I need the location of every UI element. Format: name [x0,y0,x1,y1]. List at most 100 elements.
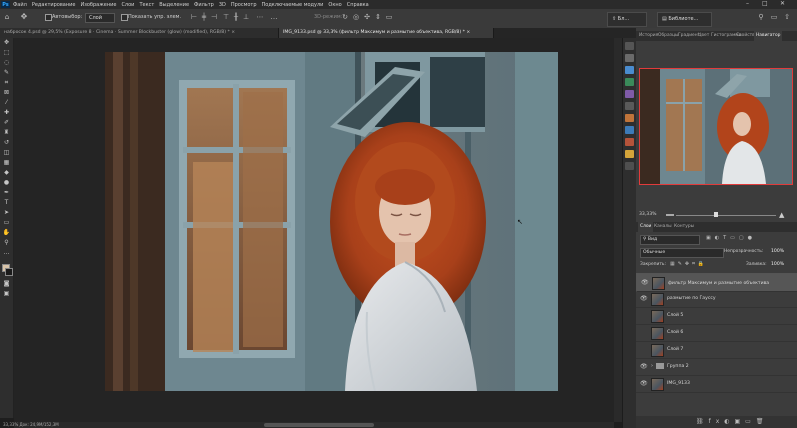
tab-gradient[interactable]: Градиент [678,31,700,41]
tab-img-9133[interactable]: IMG_9133.psd @ 33,3% (фильтр Максимум и … [279,28,494,38]
brush-tool-icon[interactable]: ✐ [2,119,11,127]
gradient-tool-icon[interactable]: ▦ [2,159,11,167]
align-top-icon[interactable]: ⊤ [222,13,230,21]
scroll-thumb[interactable] [264,423,374,427]
align-right-icon[interactable]: ⊣ [210,13,218,21]
tab-nabrosok[interactable]: набросок 4.psd @ 29,5% (Exposure 8 · Cin… [0,28,279,38]
blur-tool-icon[interactable]: ◆ [2,169,11,177]
tab-layers[interactable]: Слои [638,222,654,232]
screen-mode-icon[interactable]: ▣ [2,290,11,298]
layer-row[interactable]: 👁 Слой 6 [636,324,797,342]
menu-plugins[interactable]: Подключаемые модули [262,2,324,8]
menu-layers[interactable]: Слои [121,2,134,8]
zoom-tool-icon[interactable]: ⚲ [2,239,11,247]
frame-tool-icon[interactable]: ⊠ [2,89,11,97]
eye-icon[interactable]: 👁 [640,295,648,302]
menu-help[interactable]: Справка [347,2,369,8]
eye-icon[interactable]: 👁 [640,380,648,387]
align-center-icon[interactable]: ╪ [200,13,208,21]
tab-swatches[interactable]: Образцы [658,31,678,41]
zoom-out-icon[interactable] [666,214,674,216]
menu-edit[interactable]: Редактирование [32,2,76,8]
actions-panel-icon[interactable] [625,162,634,170]
align-left-icon[interactable]: ⊢ [190,13,198,21]
layer-row[interactable]: 👁 Слой 5 [636,307,797,325]
3d-rotate-icon[interactable]: ↻ [341,13,349,21]
home-icon[interactable]: ⌂ [3,13,11,21]
more-tools-icon[interactable]: … [2,249,11,257]
close-icon[interactable]: ✕ [780,0,785,7]
chevron-right-icon[interactable]: › [651,363,653,369]
healing-brush-icon[interactable]: ✚ [2,109,11,117]
menu-text[interactable]: Текст [139,2,154,8]
zoom-slider-handle[interactable] [714,212,718,217]
share-button[interactable]: ⇪ Бл... [607,12,647,27]
canvas-area[interactable]: ↖ [14,38,614,422]
blend-mode-dropdown[interactable]: Обычные [640,248,724,258]
3d-roll-icon[interactable]: ◎ [352,13,360,21]
hand-tool-icon[interactable]: ✋ [2,229,11,237]
adjustments-panel-icon[interactable] [625,102,634,110]
quick-mask-icon[interactable]: ◙ [2,280,11,288]
menu-image[interactable]: Изображение [80,2,116,8]
tab-history[interactable]: История [639,31,658,41]
pen-tool-icon[interactable]: ✒ [2,189,11,197]
menu-file[interactable]: Файл [13,2,27,8]
move-tool-icon[interactable]: ✥ [2,39,11,47]
menu-filter[interactable]: Фильтр [194,2,214,8]
menu-window[interactable]: Окно [328,2,341,8]
dodge-tool-icon[interactable]: ● [2,179,11,187]
properties-panel-icon[interactable] [625,150,634,158]
fill-value[interactable]: 100% [771,262,784,267]
align-middle-icon[interactable]: ╫ [232,13,240,21]
maximize-icon[interactable]: □ [762,0,768,7]
tab-paths[interactable]: Контуры [674,222,694,232]
layer-row[interactable]: 👁 IMG_9133 [636,375,797,393]
eyedropper-tool-icon[interactable]: ⁄ [2,99,11,107]
align-bottom-icon[interactable]: ⊥ [242,13,250,21]
lasso-tool-icon[interactable]: ◌ [2,59,11,67]
close-tab-icon[interactable]: × [231,30,235,35]
navigator-zoom-value[interactable]: 33,33% [639,212,657,217]
history-brush-icon[interactable]: ↺ [2,139,11,147]
layers-footer-icons[interactable]: ⛓fx◐▣▭🗑 [696,418,768,425]
shape-tool-icon[interactable]: ▭ [2,219,11,227]
show-controls-checkbox[interactable] [121,14,128,21]
more-options-icon[interactable]: … [270,13,278,21]
learn-panel-icon[interactable] [625,78,634,86]
eye-icon[interactable]: 👁 [640,363,648,370]
background-color-swatch[interactable] [5,268,13,276]
layer-row[interactable]: 👁 размытие по Гауссу [636,290,797,308]
history-panel-icon[interactable] [625,42,634,50]
search-icon[interactable]: ⚲ [757,13,765,21]
crop-tool-icon[interactable]: ⌗ [2,79,11,87]
vertical-scrollbar[interactable] [614,38,622,422]
menu-view[interactable]: Просмотр [231,2,257,8]
move-tool-icon[interactable]: ✥ [20,13,28,21]
menu-3d[interactable]: 3D [219,2,226,8]
autoselect-checkbox[interactable] [45,14,52,21]
eye-hidden-icon[interactable]: 👁 [640,312,648,319]
tab-channels[interactable]: Каналы [654,222,672,232]
channels-panel-icon[interactable] [625,126,634,134]
zoom-in-icon[interactable]: ▲ [779,211,784,219]
opacity-value[interactable]: 100% [771,249,784,254]
color-panel-icon[interactable] [625,66,634,74]
minimize-icon[interactable]: – [746,0,749,7]
workspace-icon[interactable]: ▭ [770,13,778,21]
layer-filter-dropdown[interactable]: ⚲ Вид [640,235,700,245]
type-tool-icon[interactable]: T [2,199,11,207]
distribute-icon[interactable]: ⋯ [256,13,264,21]
eye-hidden-icon[interactable]: 👁 [640,329,648,336]
marquee-tool-icon[interactable]: ⬚ [2,49,11,57]
eraser-tool-icon[interactable]: ◫ [2,149,11,157]
zoom-slider-track[interactable] [676,215,776,216]
autoselect-dropdown[interactable]: Слой [85,13,115,23]
styles-panel-icon[interactable] [625,114,634,122]
clone-stamp-icon[interactable]: ♜ [2,129,11,137]
layer-row[interactable]: 👁 Слой 7 [636,341,797,359]
paths-panel-icon[interactable] [625,138,634,146]
eye-hidden-icon[interactable]: 👁 [640,346,648,353]
quick-select-tool-icon[interactable]: ✎ [2,69,11,77]
swatches-panel-icon[interactable] [625,54,634,62]
